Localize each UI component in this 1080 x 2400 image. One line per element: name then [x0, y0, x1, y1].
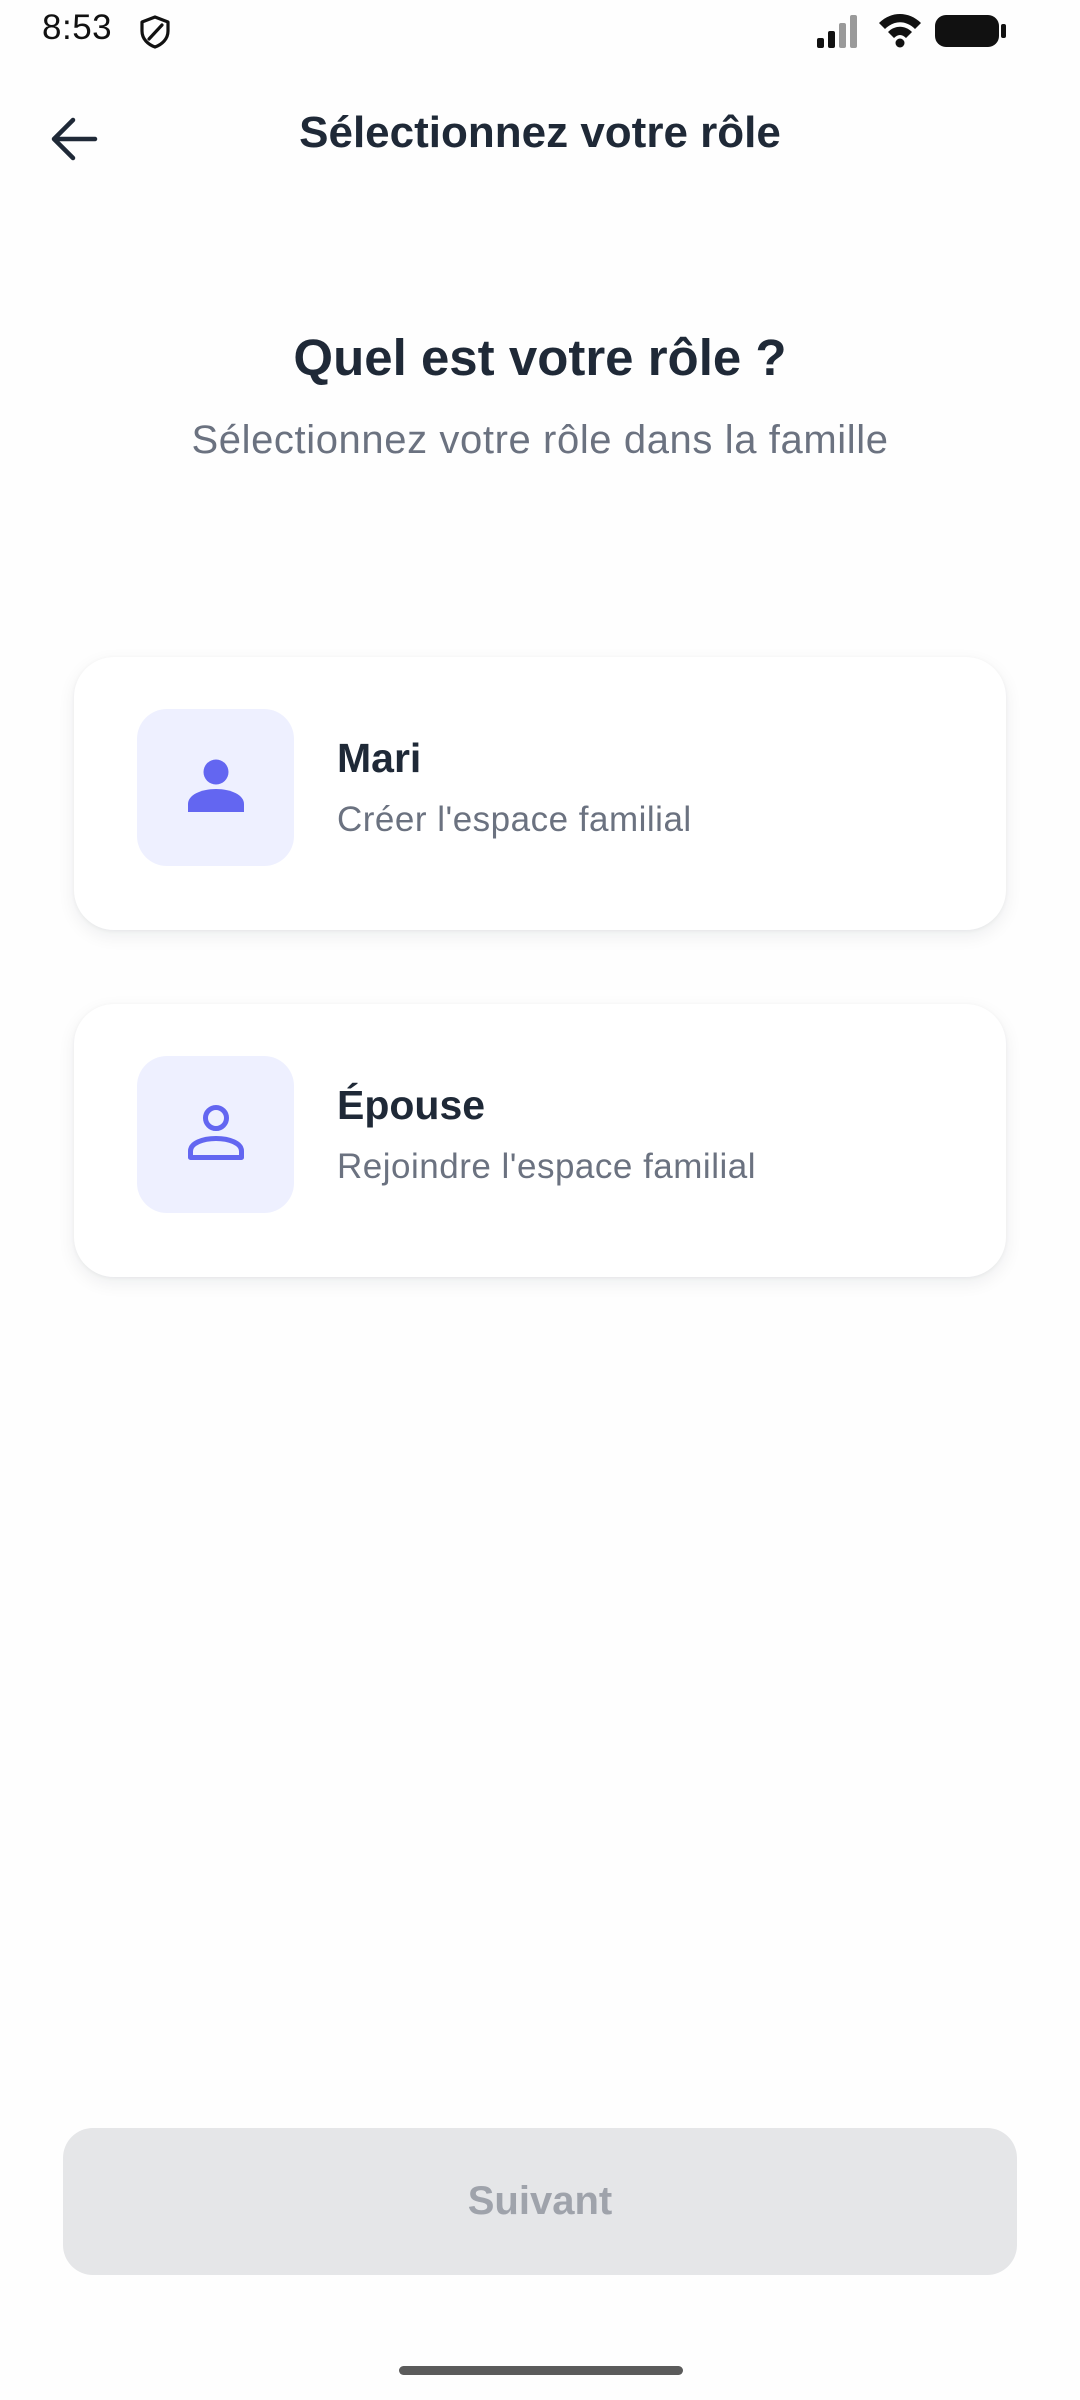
next-button[interactable]: Suivant — [63, 2128, 1017, 2275]
role-option-epouse[interactable]: Épouse Rejoindre l'espace familial — [74, 1004, 1006, 1277]
status-time: 8:53 — [42, 8, 113, 47]
app-header: Sélectionnez votre rôle — [0, 75, 1080, 200]
cellular-signal-icon — [815, 14, 861, 48]
role-question-subheading: Sélectionnez votre rôle dans la famille — [191, 418, 889, 462]
role-description: Rejoindre l'espace familial — [337, 1147, 756, 1186]
role-description: Créer l'espace familial — [337, 800, 692, 839]
role-title: Épouse — [337, 1082, 486, 1128]
wifi-icon — [877, 12, 923, 48]
role-option-mari[interactable]: Mari Créer l'espace familial — [74, 657, 1006, 930]
shield-icon — [138, 14, 172, 50]
person-outline-icon — [185, 1101, 247, 1168]
battery-icon — [934, 13, 1008, 49]
role-icon-container — [137, 1056, 294, 1213]
status-bar: 8:53 — [0, 0, 1080, 62]
role-icon-container — [137, 709, 294, 866]
person-filled-icon — [185, 754, 247, 821]
role-question-heading: Quel est votre rôle ? — [293, 329, 787, 386]
home-indicator[interactable] — [399, 2366, 683, 2375]
page-title: Sélectionnez votre rôle — [299, 108, 781, 157]
role-title: Mari — [337, 735, 422, 781]
